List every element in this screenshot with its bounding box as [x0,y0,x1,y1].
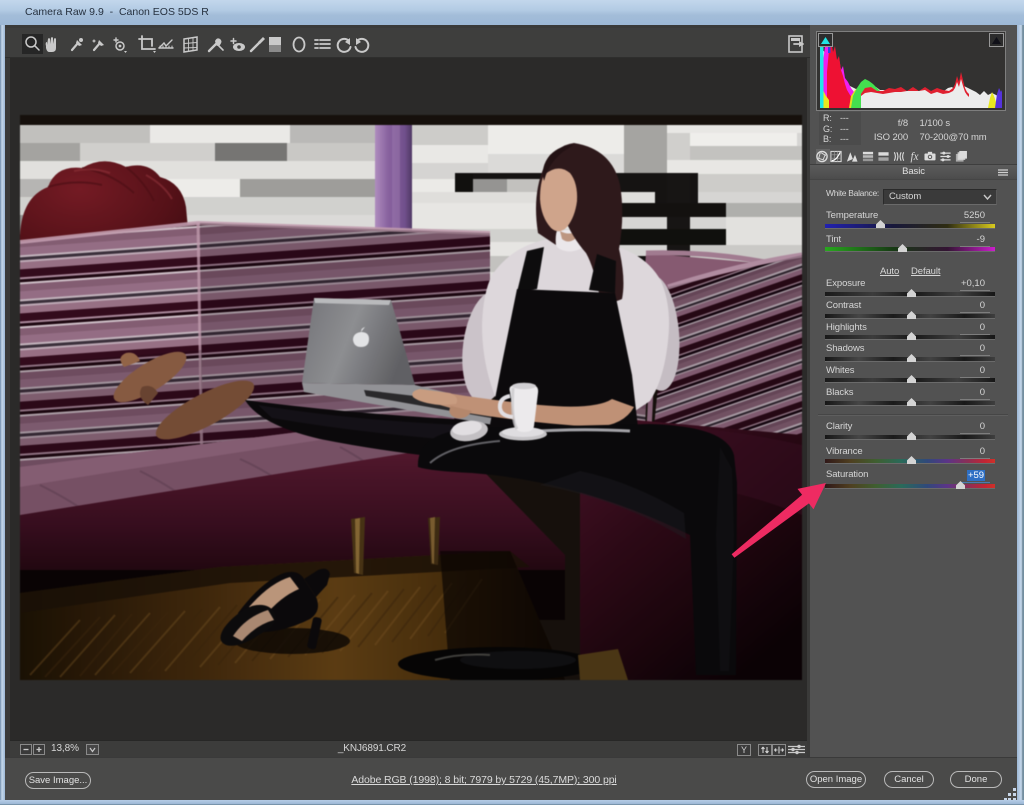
svg-text:fx: fx [911,151,919,163]
